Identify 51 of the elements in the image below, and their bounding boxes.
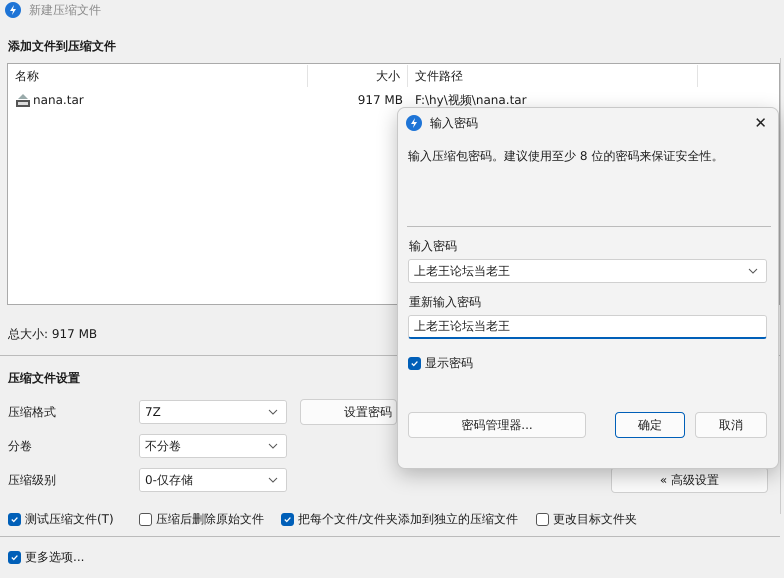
advanced-settings-button[interactable]: « 高级设置 bbox=[611, 467, 768, 493]
file-size: 917 MB bbox=[356, 93, 404, 107]
column-header[interactable]: 文件路径 bbox=[408, 65, 698, 87]
password-dropdown[interactable]: 上老王论坛当老王 bbox=[408, 259, 767, 283]
caret-icon bbox=[268, 477, 278, 483]
check-icon bbox=[10, 514, 19, 524]
checkbox-option[interactable]: 把每个文件/文件夹添加到独立的压缩文件 bbox=[281, 510, 536, 528]
checkbox-option[interactable]: 测试压缩文件(T) bbox=[8, 510, 139, 528]
total-size: 总大小: 917 MB bbox=[8, 326, 98, 343]
column-header[interactable]: 大小 bbox=[308, 65, 408, 87]
cancel-button[interactable]: 取消 bbox=[695, 412, 767, 438]
dropdown[interactable]: 7Z bbox=[139, 400, 287, 424]
caret-icon bbox=[268, 409, 278, 415]
field-label: 压缩格式 bbox=[8, 404, 57, 420]
input-field[interactable]: 上老王论坛当老王 bbox=[408, 315, 767, 339]
checkbox[interactable] bbox=[8, 551, 21, 564]
checkbox-option[interactable]: 更多选项... bbox=[8, 549, 772, 566]
password-manager-button[interactable]: 密码管理器... bbox=[408, 412, 586, 438]
dialog-title: 输入密码 bbox=[430, 114, 478, 132]
field-label: 分卷 bbox=[8, 438, 33, 454]
field-label: 压缩级别 bbox=[8, 472, 57, 488]
section-heading: 添加文件到压缩文件 bbox=[7, 38, 117, 55]
window-title: 新建压缩文件 bbox=[29, 2, 101, 18]
checkbox-option[interactable]: 更改目标文件夹 bbox=[536, 510, 637, 528]
file-path: F:\hy\视频\nana.tar bbox=[414, 92, 528, 108]
field-label: 输入密码 bbox=[408, 238, 458, 255]
app-logo-icon bbox=[406, 115, 422, 131]
checkbox[interactable] bbox=[408, 357, 421, 370]
checkbox-option[interactable]: 压缩后删除原始文件 bbox=[139, 510, 281, 528]
ok-button[interactable]: 确定 bbox=[615, 412, 685, 438]
dropdown[interactable]: 0-仅存储 bbox=[139, 468, 287, 492]
check-icon bbox=[410, 359, 419, 368]
checkbox[interactable] bbox=[536, 512, 549, 526]
checkbox[interactable] bbox=[8, 512, 21, 526]
file-name: nana.tar bbox=[33, 93, 84, 107]
check-icon bbox=[283, 514, 292, 524]
caret-icon bbox=[268, 443, 278, 449]
check-icon bbox=[10, 553, 19, 562]
set-password-button[interactable]: 设置密码 bbox=[300, 399, 397, 425]
field-label: 重新输入密码 bbox=[408, 294, 482, 311]
archive-file-icon bbox=[15, 92, 31, 108]
close-button[interactable]: ✕ bbox=[750, 114, 767, 132]
app-logo-icon bbox=[5, 2, 21, 18]
description: 输入压缩包密码。建议使用至少 8 位的密码来保证安全性。 bbox=[408, 148, 724, 165]
caret-icon bbox=[748, 268, 758, 274]
column-header[interactable]: 名称 bbox=[8, 65, 308, 87]
checkbox[interactable] bbox=[281, 512, 294, 526]
checkbox-option[interactable]: 显示密码 bbox=[408, 355, 767, 372]
dropdown[interactable]: 不分卷 bbox=[139, 434, 287, 458]
checkbox[interactable] bbox=[139, 512, 152, 526]
section-heading: 压缩文件设置 bbox=[6, 370, 81, 387]
